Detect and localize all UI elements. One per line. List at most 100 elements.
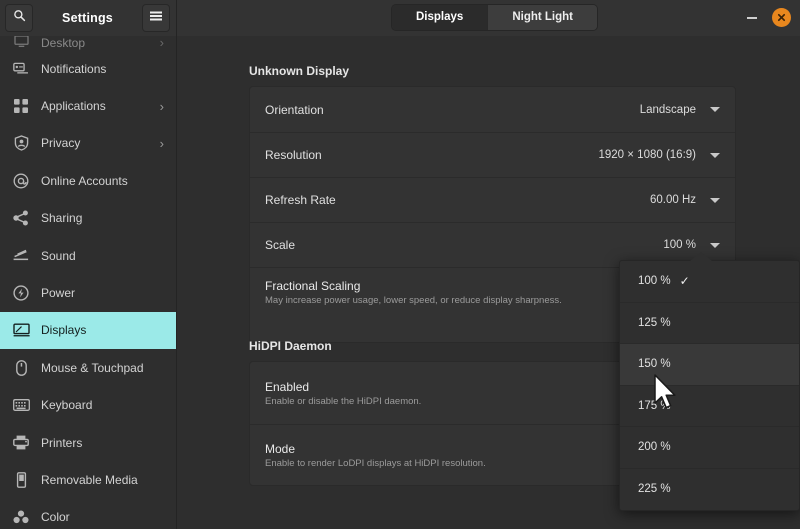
chevron-right-icon: ›	[159, 36, 164, 50]
fractional-scaling-title: Fractional Scaling	[265, 279, 361, 293]
settings-window: Settings Displays Night Light Desktop › …	[0, 0, 800, 529]
chevron-down-icon	[710, 242, 720, 248]
scale-option-125[interactable]: 125 %	[620, 303, 799, 344]
color-dots-icon	[12, 508, 30, 526]
sidebar-item-displays[interactable]: Displays	[0, 311, 176, 350]
scale-dropdown[interactable]: 100 %	[663, 239, 720, 251]
scale-option-label: 200 %	[638, 441, 671, 454]
sidebar-item-applications[interactable]: Applications ›	[0, 87, 176, 124]
scale-option-label: 175 %	[638, 399, 671, 412]
sidebar-item-keyboard[interactable]: Keyboard	[0, 387, 176, 424]
sidebar-item-online-accounts[interactable]: Online Accounts	[0, 162, 176, 199]
chevron-down-icon	[710, 107, 720, 112]
display-section-title: Unknown Display	[249, 64, 350, 78]
refresh-rate-dropdown[interactable]: 60.00 Hz	[650, 194, 720, 206]
sidebar-item-label: Power	[41, 286, 76, 301]
row-orientation[interactable]: Orientation Landscape	[250, 87, 735, 132]
orientation-dropdown[interactable]: Landscape	[640, 104, 720, 116]
sidebar-item-label: Keyboard	[41, 398, 93, 413]
scale-option-label: 100 %	[638, 275, 671, 288]
sidebar-item-mouse-touchpad[interactable]: Mouse & Touchpad	[0, 349, 176, 386]
main-menu-button[interactable]	[142, 3, 170, 32]
minimize-button[interactable]	[745, 11, 758, 24]
scale-option-225[interactable]: 225 %	[620, 469, 799, 511]
sidebar-item-label: Applications	[41, 99, 106, 114]
mouse-icon	[12, 359, 30, 377]
sidebar-item-sharing[interactable]: Sharing	[0, 200, 176, 237]
scale-option-175[interactable]: 175 %	[620, 386, 799, 427]
search-button[interactable]	[5, 3, 33, 32]
close-icon	[777, 9, 786, 27]
sidebar-item-label: Displays	[41, 323, 87, 338]
scale-option-100[interactable]: 100 % ✓	[620, 261, 799, 303]
sidebar-item-removable-media[interactable]: Removable Media	[0, 461, 176, 498]
tab-night-light[interactable]: Night Light	[487, 4, 597, 30]
sidebar-header: Settings	[0, 0, 177, 36]
row-label: Orientation	[265, 102, 324, 117]
orientation-value: Landscape	[639, 103, 696, 116]
scale-option-200[interactable]: 200 %	[620, 427, 799, 469]
scale-option-label: 150 %	[638, 358, 671, 371]
row-label: Resolution	[265, 148, 322, 162]
window-title: Settings	[62, 10, 113, 25]
privacy-shield-icon	[12, 134, 30, 152]
sidebar-item-label: Sound	[41, 248, 76, 263]
header-right: Displays Night Light	[177, 0, 800, 36]
search-icon	[13, 9, 26, 27]
sidebar-item-sound[interactable]: Sound	[0, 237, 176, 274]
hamburger-menu-icon	[149, 9, 163, 27]
scale-option-150[interactable]: 150 %	[620, 344, 799, 386]
keyboard-icon	[12, 396, 30, 414]
sound-wave-icon	[12, 247, 30, 265]
sidebar-item-notifications[interactable]: Notifications	[0, 50, 176, 87]
power-icon	[12, 284, 30, 302]
chevron-down-icon	[710, 197, 720, 203]
tab-displays[interactable]: Displays	[392, 4, 488, 30]
fractional-scaling-subtitle: May increase power usage, lower speed, o…	[265, 295, 562, 306]
hidpi-section-title: HiDPI Daemon	[249, 339, 332, 353]
share-nodes-icon	[12, 209, 30, 227]
sidebar-item-label: Mouse & Touchpad	[41, 360, 144, 375]
chevron-right-icon: ›	[159, 98, 164, 114]
hidpi-mode-title: Mode	[265, 441, 296, 456]
sidebar[interactable]: Desktop › Notifications Applications › P…	[0, 36, 177, 529]
sidebar-item-printers[interactable]: Printers	[0, 424, 176, 461]
chevron-down-icon	[710, 152, 720, 158]
sidebar-item-label: Desktop	[41, 36, 86, 50]
dropdown-arrow-icon	[690, 252, 712, 261]
scale-option-label: 225 %	[638, 483, 671, 496]
sidebar-item-label: Removable Media	[41, 472, 138, 487]
display-monitor-icon	[12, 321, 30, 339]
header-bar: Settings Displays Night Light	[0, 0, 800, 36]
at-sign-icon	[12, 172, 30, 190]
resolution-dropdown[interactable]: 1920 × 1080 (16:9)	[598, 149, 720, 161]
sidebar-item-label: Notifications	[41, 61, 107, 76]
scale-dropdown-menu[interactable]: 100 % ✓ 125 % 150 % 175 % 200 % 225 %	[619, 260, 800, 511]
notifications-icon	[12, 60, 30, 78]
window-controls	[745, 0, 791, 36]
hidpi-mode-subtitle: Enable to render LoDPI displays at HiDPI…	[265, 457, 486, 469]
scale-value: 100 %	[663, 239, 696, 251]
sidebar-item-label: Sharing	[41, 211, 83, 226]
row-resolution[interactable]: Resolution 1920 × 1080 (16:9)	[250, 132, 735, 177]
sidebar-item-power[interactable]: Power	[0, 274, 176, 311]
sidebar-item-color[interactable]: Color	[0, 499, 176, 529]
row-refresh-rate[interactable]: Refresh Rate 60.00 Hz	[250, 177, 735, 222]
resolution-value: 1920 × 1080 (16:9)	[598, 149, 696, 161]
view-tabs: Displays Night Light	[391, 3, 598, 31]
row-label: Refresh Rate	[265, 193, 336, 207]
sidebar-item-desktop[interactable]: Desktop ›	[0, 36, 176, 50]
sidebar-item-privacy[interactable]: Privacy ›	[0, 125, 176, 162]
sidebar-item-label: Color	[41, 510, 70, 525]
sidebar-item-label: Online Accounts	[41, 173, 128, 188]
row-label: Scale	[265, 238, 296, 252]
hidpi-enabled-title: Enabled	[265, 379, 310, 394]
refresh-rate-value: 60.00 Hz	[649, 194, 696, 206]
sidebar-item-label: Printers	[41, 435, 83, 450]
applications-grid-icon	[12, 97, 30, 115]
check-icon: ✓	[679, 274, 690, 289]
chevron-right-icon: ›	[159, 135, 164, 151]
removable-media-icon	[12, 471, 30, 489]
printer-icon	[12, 434, 30, 452]
close-button[interactable]	[772, 8, 791, 27]
